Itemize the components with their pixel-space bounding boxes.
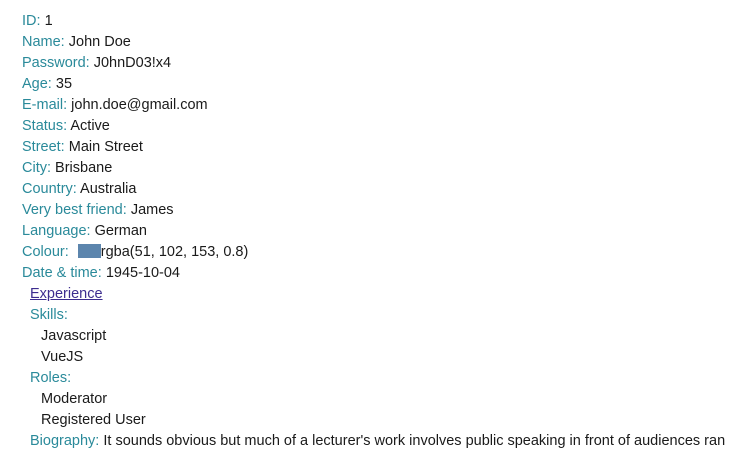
street-label: Street: — [22, 139, 65, 155]
experience-row: Experience — [30, 284, 749, 305]
country-label: Country: — [22, 181, 77, 197]
language-value: German — [94, 223, 147, 239]
role-item: Moderator — [30, 389, 749, 410]
password-label: Password: — [22, 55, 90, 71]
best-friend-label: Very best friend: — [22, 202, 127, 218]
field-name: Name: John Doe — [22, 32, 749, 53]
name-label: Name: — [22, 34, 65, 50]
datetime-label: Date & time: — [22, 265, 102, 281]
field-language: Language: German — [22, 221, 749, 242]
role-item: Registered User — [30, 410, 749, 431]
datetime-value: 1945-10-04 — [105, 265, 180, 281]
password-value: J0hnD03!x4 — [93, 55, 172, 71]
skill-item-label: Javascript — [41, 328, 107, 344]
id-value: 1 — [44, 13, 53, 29]
status-label: Status: — [22, 118, 68, 134]
colour-label: Colour: — [22, 244, 69, 260]
field-street: Street: Main Street — [22, 137, 749, 158]
field-status: Status: Active — [22, 116, 749, 137]
best-friend-value: James — [130, 202, 174, 218]
field-id: ID: 1 — [22, 11, 749, 32]
roles-row: Roles: — [30, 368, 749, 389]
roles-label: Roles: — [30, 370, 72, 386]
field-email: E-mail: john.doe@gmail.com — [22, 95, 749, 116]
colour-value: rgba(51, 102, 153, 0.8) — [100, 244, 249, 260]
field-city: City: Brisbane — [22, 158, 749, 179]
experience-link[interactable]: Experience — [30, 286, 103, 302]
biography-row: Biography: It sounds obvious but much of… — [30, 431, 749, 452]
skill-item: VueJS — [30, 347, 749, 368]
colour-swatch — [77, 244, 101, 258]
city-value: Brisbane — [55, 160, 113, 176]
skill-item-label: VueJS — [41, 349, 84, 365]
email-value: john.doe@gmail.com — [71, 97, 208, 113]
biography-label: Biography: — [30, 433, 100, 449]
language-label: Language: — [22, 223, 91, 239]
age-value: 35 — [55, 76, 73, 92]
age-label: Age: — [22, 76, 52, 92]
biography-value: It sounds obvious but much of a lecturer… — [103, 433, 726, 449]
experience-section: Experience Skills: Javascript VueJS Role… — [22, 284, 749, 452]
field-country: Country: Australia — [22, 179, 749, 200]
field-colour: Colour: rgba(51, 102, 153, 0.8) — [22, 242, 749, 263]
role-item-label: Registered User — [41, 412, 146, 428]
skill-item: Javascript — [30, 326, 749, 347]
status-value: Active — [70, 118, 110, 134]
city-label: City: — [22, 160, 51, 176]
user-details: ID: 1 Name: John Doe Password: J0hnD03!x… — [22, 11, 749, 452]
field-datetime: Date & time: 1945-10-04 — [22, 263, 749, 284]
field-age: Age: 35 — [22, 74, 749, 95]
role-item-label: Moderator — [41, 391, 108, 407]
country-value: Australia — [80, 181, 137, 197]
field-password: Password: J0hnD03!x4 — [22, 53, 749, 74]
field-best-friend: Very best friend: James — [22, 200, 749, 221]
street-value: Main Street — [68, 139, 143, 155]
id-label: ID: — [22, 13, 41, 29]
skills-row: Skills: — [30, 305, 749, 326]
email-label: E-mail: — [22, 97, 68, 113]
skills-label: Skills: — [30, 307, 68, 323]
name-value: John Doe — [68, 34, 131, 50]
